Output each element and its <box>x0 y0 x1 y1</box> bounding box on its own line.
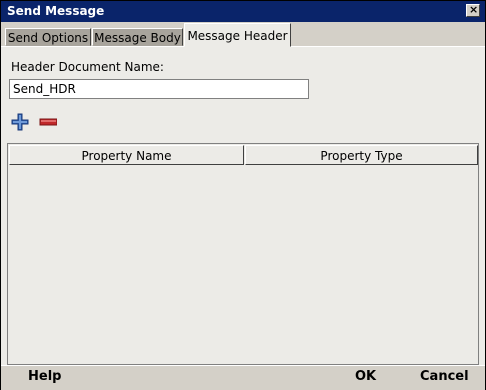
tab-message-body[interactable]: Message Body <box>92 28 183 46</box>
cancel-button[interactable]: Cancel <box>420 369 469 384</box>
column-header-label: Property Name <box>81 149 172 163</box>
minus-icon[interactable] <box>39 113 57 131</box>
column-header-property-name[interactable]: Property Name <box>9 145 244 165</box>
button-bar: Help OK Cancel <box>1 365 485 390</box>
header-document-name-input[interactable] <box>9 79 309 99</box>
tab-label: Send Options <box>7 31 89 45</box>
message-header-panel: Header Document Name: Property Name Prop… <box>1 46 485 365</box>
tab-label: Message Header <box>187 29 288 43</box>
tab-label: Message Body <box>94 31 181 45</box>
column-header-label: Property Type <box>320 149 403 163</box>
tab-send-options[interactable]: Send Options <box>5 28 91 46</box>
header-document-name-label: Header Document Name: <box>11 60 164 74</box>
tab-message-header[interactable]: Message Header <box>184 23 291 47</box>
column-header-property-type[interactable]: Property Type <box>245 145 478 165</box>
help-button[interactable]: Help <box>28 369 61 384</box>
property-table: Property Name Property Type <box>7 143 479 365</box>
window-title: Send Message <box>7 4 105 18</box>
plus-icon[interactable] <box>11 113 29 131</box>
title-bar[interactable]: Send Message × <box>1 1 485 22</box>
ok-button[interactable]: OK <box>355 369 376 384</box>
send-message-dialog: Send Message × Send Options Message Body… <box>0 0 486 390</box>
close-icon: × <box>469 3 479 16</box>
tab-strip: Send Options Message Body Message Header <box>1 23 485 47</box>
close-button[interactable]: × <box>466 3 480 17</box>
